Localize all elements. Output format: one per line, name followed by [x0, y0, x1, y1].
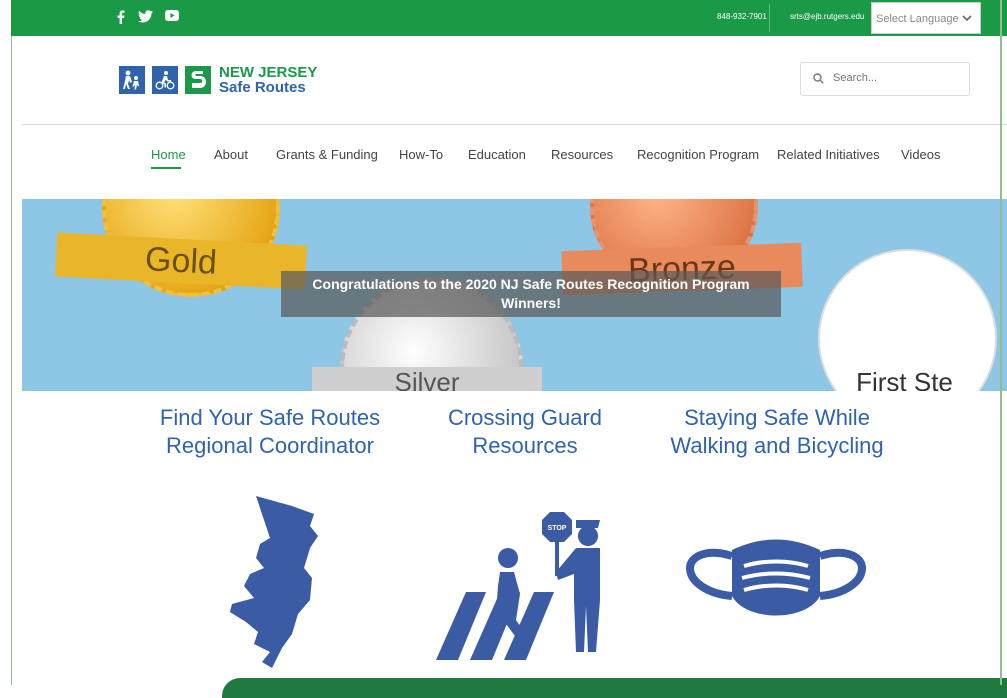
hero-banner[interactable]: Gold Bronze Silver First Ste Congratulat…	[22, 199, 1007, 391]
search-input[interactable]	[831, 71, 965, 85]
nav-resources[interactable]: Resources	[551, 147, 613, 162]
nav-about[interactable]: About	[214, 147, 248, 162]
facebook-icon[interactable]	[115, 10, 127, 24]
logo-line1: NEW JERSEY	[219, 64, 318, 81]
feature-title-coordinator[interactable]: Find Your Safe Routes Regional Coordinat…	[150, 404, 390, 460]
language-select[interactable]: Select Language	[871, 2, 981, 34]
nav-related-initiatives[interactable]: Related Initiatives	[777, 147, 880, 162]
email-link[interactable]: srts@ejb.rutgers.edu	[790, 12, 864, 21]
svg-text:STOP: STOP	[548, 525, 567, 532]
twitter-icon[interactable]	[137, 10, 153, 23]
crossing-guard-icon[interactable]: STOP	[436, 508, 606, 662]
nav-videos[interactable]: Videos	[901, 147, 941, 162]
right-border	[1000, 0, 1002, 685]
bottom-bar	[222, 678, 1007, 698]
feature-title-crossing-guard[interactable]: Crossing Guard Resources	[440, 404, 610, 460]
silver-ribbon: Silver	[312, 367, 542, 391]
feature-title-staying-safe[interactable]: Staying Safe While Walking and Bicycling	[662, 404, 892, 460]
header-divider	[22, 124, 1007, 125]
nav-grants-funding[interactable]: Grants & Funding	[276, 147, 378, 162]
divider	[769, 4, 770, 32]
youtube-icon[interactable]	[164, 10, 180, 21]
site-logo[interactable]: NEW JERSEY Safe Routes	[119, 62, 317, 98]
banner-caption: Congratulations to the 2020 NJ Safe Rout…	[281, 271, 781, 317]
search-box[interactable]	[800, 62, 970, 96]
chevron-down-icon	[962, 15, 972, 22]
first-step-label: First Ste	[856, 367, 953, 391]
pedestrians-icon	[119, 66, 145, 94]
left-border	[11, 0, 12, 685]
search-icon	[813, 73, 824, 84]
road-s-icon	[185, 66, 211, 94]
language-select-value: Select Language	[876, 13, 959, 25]
nav-recognition-program[interactable]: Recognition Program	[637, 147, 759, 162]
nav-home[interactable]: Home	[151, 147, 186, 162]
face-mask-icon[interactable]	[686, 538, 866, 634]
logo-line2: Safe Routes	[219, 79, 306, 96]
bicycle-icon	[152, 66, 178, 94]
active-nav-indicator	[151, 167, 181, 169]
nj-map-icon[interactable]	[218, 494, 322, 676]
nav-education[interactable]: Education	[468, 147, 526, 162]
phone-number[interactable]: 848-932-7901	[717, 12, 767, 21]
top-bar: 848-932-7901 srts@ejb.rutgers.edu Select…	[11, 0, 1007, 36]
nav-how-to[interactable]: How-To	[399, 147, 443, 162]
